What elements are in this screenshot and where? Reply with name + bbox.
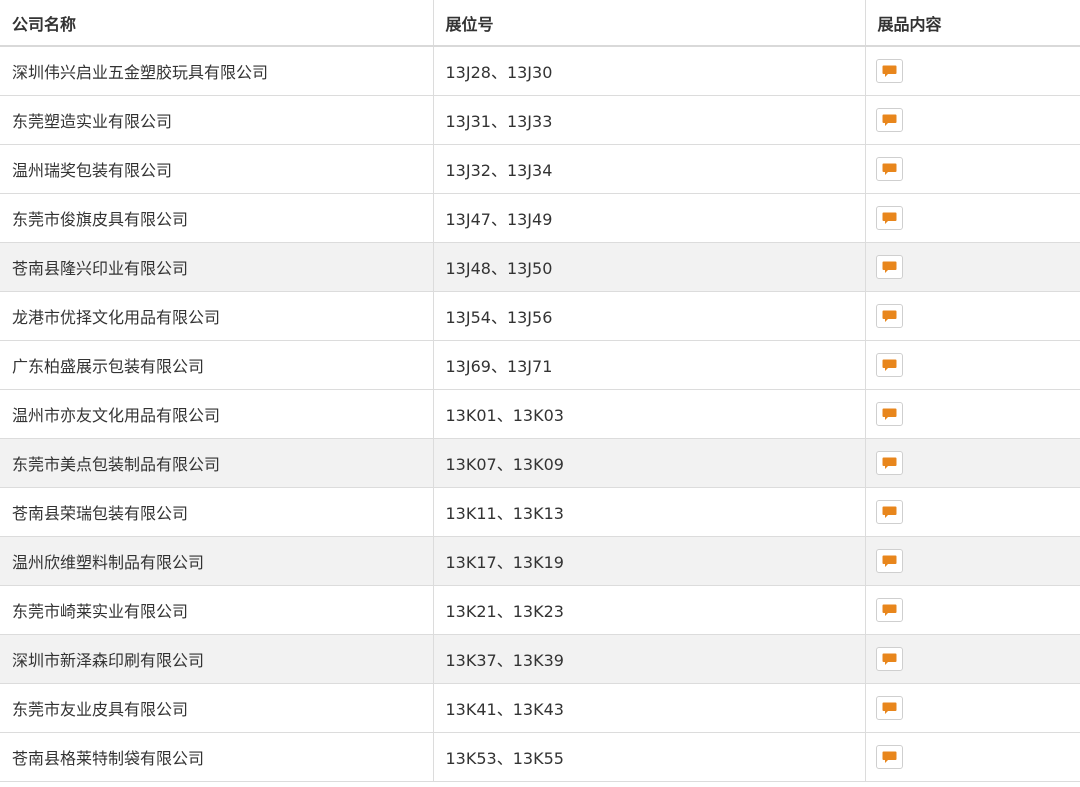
booth-number-cell: 13K21、13K23: [433, 585, 866, 635]
header-company-name: 公司名称: [0, 0, 434, 47]
booth-number-cell: 13K41、13K43: [433, 683, 866, 733]
chat-bubble-icon: [882, 310, 896, 322]
exhibit-content-cell: [865, 95, 1080, 145]
company-name-cell: 温州欣维塑料制品有限公司: [0, 536, 434, 586]
exhibit-content-button[interactable]: [875, 206, 903, 230]
exhibit-content-cell: [865, 46, 1080, 96]
chat-bubble-icon: [882, 751, 896, 763]
chat-bubble-icon: [882, 163, 896, 175]
table-header-row: 公司名称 展位号 展品内容: [0, 0, 1080, 47]
exhibit-content-button[interactable]: [875, 696, 903, 720]
exhibit-content-cell: [865, 144, 1080, 194]
booth-number-cell: 13J69、13J71: [433, 340, 866, 390]
table-row: 温州瑞奖包装有限公司 13J32、13J34: [0, 144, 1080, 194]
booth-number-cell: 13J54、13J56: [433, 291, 866, 341]
exhibit-content-cell: [865, 340, 1080, 390]
exhibit-content-button[interactable]: [875, 745, 903, 769]
chat-bubble-icon: [882, 408, 896, 420]
exhibit-content-button[interactable]: [875, 598, 903, 622]
exhibit-content-button[interactable]: [875, 549, 903, 573]
header-booth-number: 展位号: [433, 0, 866, 47]
company-name-cell: 深圳市新泽森印刷有限公司: [0, 634, 434, 684]
exhibit-content-button[interactable]: [875, 353, 903, 377]
company-name-cell: 龙港市优择文化用品有限公司: [0, 291, 434, 341]
booth-number-cell: 13J28、13J30: [433, 46, 866, 96]
table-row: 广东柏盛展示包装有限公司 13J69、13J71: [0, 340, 1080, 390]
exhibit-content-cell: [865, 585, 1080, 635]
exhibit-content-cell: [865, 242, 1080, 292]
table-row: 东莞市俊旗皮具有限公司 13J47、13J49: [0, 193, 1080, 243]
table-row: 东莞市美点包装制品有限公司 13K07、13K09: [0, 438, 1080, 488]
table-row: 龙港市优择文化用品有限公司 13J54、13J56: [0, 291, 1080, 341]
table-row: 东莞市崎莱实业有限公司 13K21、13K23: [0, 585, 1080, 635]
booth-number-cell: 13J48、13J50: [433, 242, 866, 292]
company-name-cell: 东莞市友业皮具有限公司: [0, 683, 434, 733]
exhibit-content-button[interactable]: [875, 108, 903, 132]
chat-bubble-icon: [882, 702, 896, 714]
table-row: 东莞市友业皮具有限公司 13K41、13K43: [0, 683, 1080, 733]
exhibit-content-button[interactable]: [875, 451, 903, 475]
booth-number-cell: 13K07、13K09: [433, 438, 866, 488]
exhibit-content-cell: [865, 389, 1080, 439]
chat-bubble-icon: [882, 506, 896, 518]
exhibit-content-button[interactable]: [875, 402, 903, 426]
exhibit-content-cell: [865, 634, 1080, 684]
exhibit-content-button[interactable]: [875, 157, 903, 181]
exhibit-content-cell: [865, 683, 1080, 733]
company-name-cell: 温州瑞奖包装有限公司: [0, 144, 434, 194]
table-row: 东莞塑造实业有限公司 13J31、13J33: [0, 95, 1080, 145]
booth-number-cell: 13K01、13K03: [433, 389, 866, 439]
chat-bubble-icon: [882, 212, 896, 224]
booth-number-cell: 13K53、13K55: [433, 732, 866, 782]
company-name-cell: 东莞市崎莱实业有限公司: [0, 585, 434, 635]
chat-bubble-icon: [882, 653, 896, 665]
chat-bubble-icon: [882, 261, 896, 273]
table-row: 苍南县隆兴印业有限公司 13J48、13J50: [0, 242, 1080, 292]
table-row: 深圳伟兴启业五金塑胶玩具有限公司 13J28、13J30: [0, 46, 1080, 96]
company-name-cell: 苍南县荣瑞包装有限公司: [0, 487, 434, 537]
exhibit-content-button[interactable]: [875, 500, 903, 524]
table-row: 苍南县荣瑞包装有限公司 13K11、13K13: [0, 487, 1080, 537]
booth-number-cell: 13K17、13K19: [433, 536, 866, 586]
exhibit-content-button[interactable]: [875, 255, 903, 279]
table-body: 深圳伟兴启业五金塑胶玩具有限公司 13J28、13J30 东莞塑造实业有限公司 …: [0, 46, 1080, 782]
exhibit-content-cell: [865, 536, 1080, 586]
chat-bubble-icon: [882, 555, 896, 567]
chat-bubble-icon: [882, 65, 896, 77]
booth-number-cell: 13J47、13J49: [433, 193, 866, 243]
company-name-cell: 苍南县格莱特制袋有限公司: [0, 732, 434, 782]
company-name-cell: 东莞市美点包装制品有限公司: [0, 438, 434, 488]
exhibit-content-cell: [865, 487, 1080, 537]
company-name-cell: 苍南县隆兴印业有限公司: [0, 242, 434, 292]
exhibit-content-button[interactable]: [875, 304, 903, 328]
exhibit-content-button[interactable]: [875, 647, 903, 671]
chat-bubble-icon: [882, 457, 896, 469]
exhibit-content-cell: [865, 438, 1080, 488]
table-row: 苍南县格莱特制袋有限公司 13K53、13K55: [0, 732, 1080, 782]
chat-bubble-icon: [882, 359, 896, 371]
booth-number-cell: 13J31、13J33: [433, 95, 866, 145]
company-name-cell: 深圳伟兴启业五金塑胶玩具有限公司: [0, 46, 434, 96]
exhibit-content-cell: [865, 193, 1080, 243]
exhibit-content-cell: [865, 732, 1080, 782]
company-name-cell: 广东柏盛展示包装有限公司: [0, 340, 434, 390]
company-name-cell: 温州市亦友文化用品有限公司: [0, 389, 434, 439]
exhibit-content-cell: [865, 291, 1080, 341]
exhibitor-table: 公司名称 展位号 展品内容 深圳伟兴启业五金塑胶玩具有限公司 13J28、13J…: [0, 0, 1080, 782]
exhibit-content-button[interactable]: [875, 59, 903, 83]
booth-number-cell: 13K11、13K13: [433, 487, 866, 537]
company-name-cell: 东莞市俊旗皮具有限公司: [0, 193, 434, 243]
booth-number-cell: 13K37、13K39: [433, 634, 866, 684]
table-row: 深圳市新泽森印刷有限公司 13K37、13K39: [0, 634, 1080, 684]
table-row: 温州欣维塑料制品有限公司 13K17、13K19: [0, 536, 1080, 586]
table-row: 温州市亦友文化用品有限公司 13K01、13K03: [0, 389, 1080, 439]
booth-number-cell: 13J32、13J34: [433, 144, 866, 194]
chat-bubble-icon: [882, 114, 896, 126]
company-name-cell: 东莞塑造实业有限公司: [0, 95, 434, 145]
chat-bubble-icon: [882, 604, 896, 616]
header-exhibit-content: 展品内容: [865, 0, 1080, 47]
